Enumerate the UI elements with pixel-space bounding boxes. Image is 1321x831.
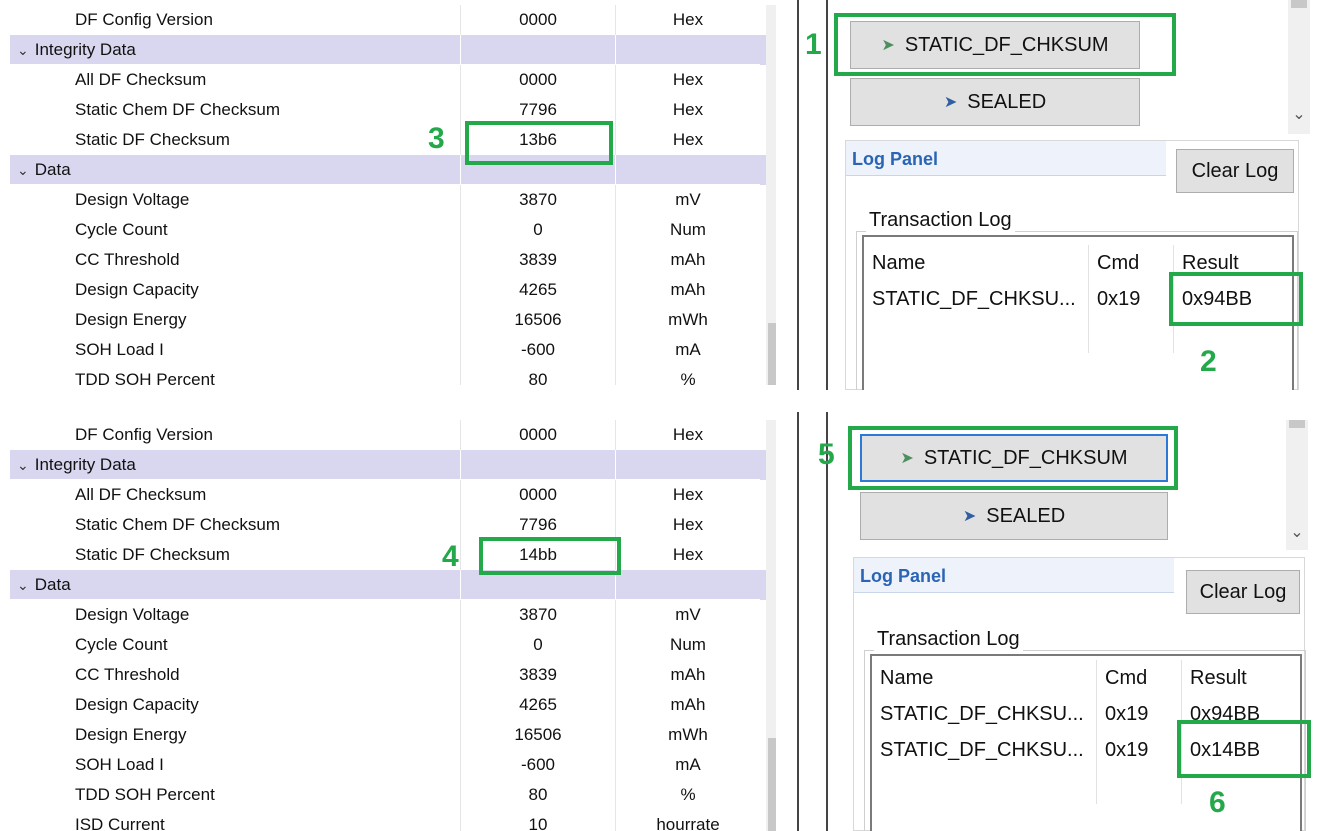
scrollbar-thumb[interactable] — [1291, 0, 1307, 8]
section-row[interactable]: ⌄ Data — [10, 570, 776, 600]
callout-number: 2 — [1200, 345, 1217, 378]
table-row[interactable]: Design Energy 16506 mWh — [10, 305, 776, 335]
highlight-box — [1177, 720, 1311, 778]
section-row[interactable]: ⌄ Integrity Data — [10, 35, 776, 65]
table-header: Name Cmd Result — [872, 660, 1300, 696]
log-panel-tab[interactable]: Log Panel — [854, 558, 1174, 593]
callout-number: 5 — [818, 438, 835, 471]
section-row[interactable]: ⌄ Data — [10, 155, 776, 185]
chevron-down-icon[interactable]: ⌄ — [17, 155, 29, 185]
transaction-log-label: Transaction Log — [874, 628, 1023, 651]
grid-rows: DF Config Version 0000 Hex ⌄ Integrity Data… — [10, 5, 776, 385]
table-row[interactable]: TDD SOH Percent 80% — [10, 780, 776, 810]
table-row[interactable]: Cycle Count 0 Num — [10, 630, 776, 660]
highlight-box — [465, 121, 613, 165]
table-row[interactable]: Design Energy 16506 mWh — [10, 720, 776, 750]
log-panel: Log Panel Clear Log Transaction Log Name… — [853, 557, 1306, 831]
log-panel-tab[interactable]: Log Panel — [846, 141, 1166, 176]
table-row[interactable]: All DF Checksum 0000 Hex — [10, 480, 776, 510]
callout-number: 4 — [442, 540, 459, 573]
table-row[interactable]: ISD Current 10 hourrate — [10, 810, 776, 831]
chevron-down-icon[interactable]: ⌄ — [17, 570, 29, 600]
section-row[interactable]: ⌄ Integrity Data — [10, 450, 776, 480]
highlight-box — [848, 426, 1178, 490]
transaction-log-label: Transaction Log — [866, 209, 1015, 232]
scrollbar-thumb[interactable] — [768, 738, 776, 831]
sealed-button[interactable]: ➤ SEALED — [850, 78, 1140, 126]
screenshot-panel-after: DF Config Version 0000 Hex ⌄ Integrity Data… — [0, 412, 1321, 831]
grid-scrollbar[interactable] — [766, 5, 776, 385]
table-row[interactable]: Static DF Checksum 14bb Hex — [10, 540, 776, 570]
data-flash-grid: DF Config Version 0000 Hex ⌄ Integrity Data… — [10, 5, 776, 385]
pin-icon: ➤ — [962, 508, 977, 525]
table-row[interactable]: CC Threshold 3839 mAh — [10, 660, 776, 690]
callout-number: 1 — [805, 28, 822, 61]
table-row[interactable]: CC Threshold 3839 mAh — [10, 245, 776, 275]
chevron-down-icon[interactable]: ⌄ — [17, 35, 29, 65]
splitter[interactable] — [797, 0, 799, 390]
table-row[interactable]: DF Config Version 0000 Hex — [10, 5, 776, 35]
table-row[interactable]: SOH Load I -600 mA — [10, 335, 776, 365]
table-row[interactable]: Static Chem DF Checksum 7796 Hex — [10, 510, 776, 540]
splitter[interactable] — [826, 412, 828, 831]
chevron-down-icon[interactable]: ⌄ — [17, 450, 29, 480]
table-row[interactable]: TDD SOH Percent 80% — [10, 365, 776, 385]
splitter[interactable] — [826, 0, 828, 390]
table-row[interactable]: Static DF Checksum 13b6 Hex — [10, 125, 776, 155]
grid-scrollbar[interactable] — [766, 420, 776, 831]
screenshot-panel-before: DF Config Version 0000 Hex ⌄ Integrity Data… — [0, 0, 1321, 390]
callout-number: 6 — [1209, 786, 1226, 819]
data-flash-grid: DF Config Version 0000 Hex ⌄ Integrity Data… — [10, 420, 776, 831]
table-row[interactable]: Static Chem DF Checksum 7796 Hex — [10, 95, 776, 125]
sealed-button[interactable]: ➤ SEALED — [860, 492, 1168, 540]
callout-number: 3 — [428, 122, 445, 155]
table-row[interactable]: Design Voltage 3870 mV — [10, 185, 776, 215]
chevron-down-icon[interactable]: ⌄ — [1286, 522, 1308, 542]
table-row[interactable]: Design Capacity 4265 mAh — [10, 690, 776, 720]
scrollbar-thumb[interactable] — [1289, 420, 1305, 428]
log-panel: Log Panel Clear Log Transaction Log Name… — [845, 140, 1299, 390]
button-list-scrollbar[interactable]: ⌄ — [1286, 420, 1308, 550]
table-row[interactable]: SOH Load I -600 mA — [10, 750, 776, 780]
table-row[interactable]: All DF Checksum 0000 Hex — [10, 65, 776, 95]
table-row[interactable]: DF Config Version 0000 Hex — [10, 420, 776, 450]
clear-log-button[interactable]: Clear Log — [1176, 149, 1294, 193]
splitter[interactable] — [797, 412, 799, 831]
clear-log-button[interactable]: Clear Log — [1186, 570, 1300, 614]
table-row[interactable]: Design Capacity 4265 mAh — [10, 275, 776, 305]
button-list-scrollbar[interactable]: ⌄ — [1288, 0, 1310, 134]
chevron-down-icon[interactable]: ⌄ — [1288, 104, 1310, 124]
highlight-box — [834, 13, 1176, 76]
grid-rows: DF Config Version 0000 Hex ⌄ Integrity Data… — [10, 420, 776, 831]
table-row[interactable]: Cycle Count 0 Num — [10, 215, 776, 245]
scrollbar-thumb[interactable] — [768, 323, 776, 385]
pin-icon: ➤ — [943, 94, 958, 111]
highlight-box — [1169, 272, 1303, 326]
table-row[interactable]: Design Voltage 3870 mV — [10, 600, 776, 630]
highlight-box — [479, 537, 621, 575]
